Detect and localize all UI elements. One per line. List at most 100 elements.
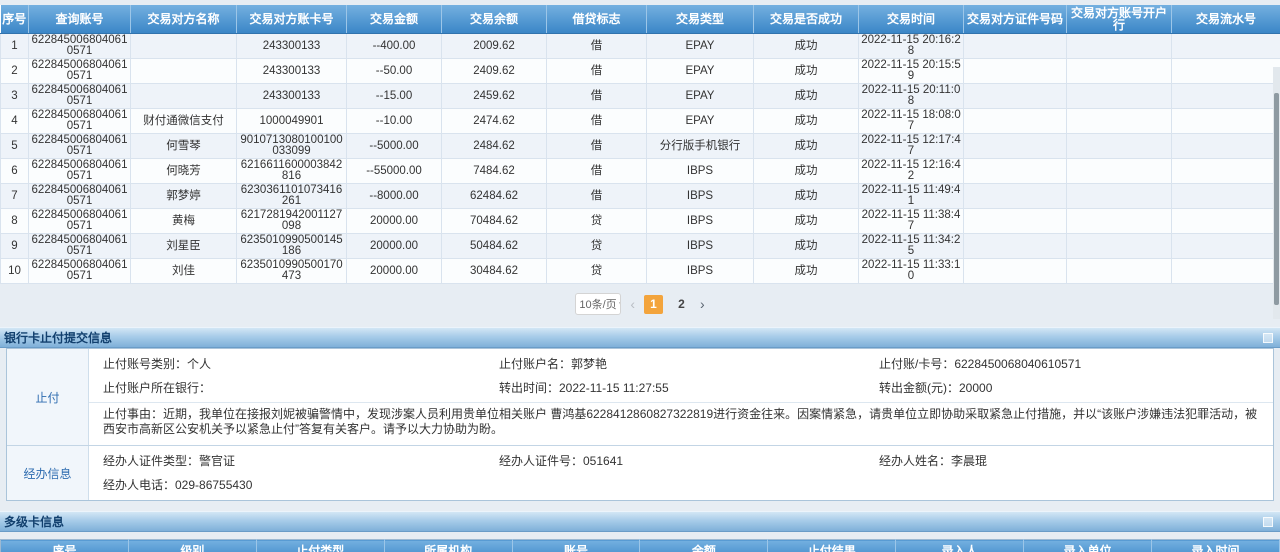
column-header: 账号 xyxy=(512,540,640,552)
transactions-table: 序号查询账号交易对方名称交易对方账卡号交易金额交易余额借贷标志交易类型交易是否成… xyxy=(0,5,1280,284)
table-cell: 7484.62 xyxy=(442,159,547,184)
table-cell: --5000.00 xyxy=(347,134,442,159)
table-cell: 20000.00 xyxy=(347,234,442,259)
column-header: 交易是否成功 xyxy=(754,5,859,34)
table-cell xyxy=(1067,34,1172,59)
column-header: 交易对方名称 xyxy=(131,5,237,34)
collapse-icon[interactable] xyxy=(1263,517,1273,527)
table-cell: --10.00 xyxy=(347,109,442,134)
table-cell xyxy=(1172,134,1280,159)
transfer-time: 转出时间：2022-11-15 11:27:55 xyxy=(499,376,879,400)
table-cell: 6228450068040610571 xyxy=(29,184,131,209)
table-cell xyxy=(1067,84,1172,109)
multi-card-section-title: 多级卡信息 xyxy=(4,515,64,529)
table-cell xyxy=(964,134,1067,159)
table-cell: 6216611600003842816 xyxy=(237,159,347,184)
table-row: 76228450068040610571郭梦婷62303611010734162… xyxy=(1,184,1280,209)
prev-page-button[interactable]: ‹ xyxy=(630,295,635,313)
table-cell: 6235010990500170473 xyxy=(237,259,347,284)
column-header: 止付类型 xyxy=(256,540,384,552)
table-cell xyxy=(964,259,1067,284)
table-cell: 借 xyxy=(547,34,647,59)
table-cell: 6228450068040610571 xyxy=(29,134,131,159)
table-cell: 8 xyxy=(1,209,29,234)
column-header: 交易流水号 xyxy=(1172,5,1280,34)
page-size-label: 10条/页 xyxy=(579,296,616,312)
table-row: 26228450068040610571243300133--50.002409… xyxy=(1,59,1280,84)
table-cell: 243300133 xyxy=(237,59,347,84)
table-cell: 成功 xyxy=(754,109,859,134)
table-cell: 2022-11-15 20:11:08 xyxy=(859,84,964,109)
multi-card-header-row: 序号级别止付类型所属机构账号余额止付结果录入人录入单位录入时间 xyxy=(1,540,1280,552)
table-cell: --50.00 xyxy=(347,59,442,84)
table-cell: 2022-11-15 11:33:10 xyxy=(859,259,964,284)
table-cell xyxy=(1067,59,1172,84)
stop-payment-group-label: 止付 xyxy=(7,349,89,445)
table-cell: 成功 xyxy=(754,134,859,159)
stop-card-number: 止付账/卡号：6228450068040610571 xyxy=(879,352,1273,376)
collapse-icon[interactable] xyxy=(1263,333,1273,343)
table-cell: 6235010990500145186 xyxy=(237,234,347,259)
stop-account-type: 止付账号类别：个人 xyxy=(103,352,499,376)
table-cell: --400.00 xyxy=(347,34,442,59)
table-cell: 20000.00 xyxy=(347,209,442,234)
column-header: 交易时间 xyxy=(859,5,964,34)
table-cell: 6 xyxy=(1,159,29,184)
table-cell: 6228450068040610571 xyxy=(29,234,131,259)
agent-info-group-label: 经办信息 xyxy=(7,446,89,500)
table-cell: 2459.62 xyxy=(442,84,547,109)
table-cell xyxy=(964,34,1067,59)
field-row: 止付账户所在银行： 转出时间：2022-11-15 11:27:55 转出金额(… xyxy=(89,376,1273,400)
table-row: 86228450068040610571黄梅621728194200112709… xyxy=(1,209,1280,234)
table-cell: 2022-11-15 12:17:47 xyxy=(859,134,964,159)
table-cell: 2 xyxy=(1,59,29,84)
table-cell xyxy=(1172,209,1280,234)
column-header: 止付结果 xyxy=(768,540,896,552)
table-cell: 6228450068040610571 xyxy=(29,209,131,234)
table-cell: 2022-11-15 11:34:25 xyxy=(859,234,964,259)
transfer-amount: 转出金额(元)：20000 xyxy=(879,376,1273,400)
table-row: 36228450068040610571243300133--15.002459… xyxy=(1,84,1280,109)
table-cell: 5 xyxy=(1,134,29,159)
table-cell: IBPS xyxy=(647,159,754,184)
table-cell: 成功 xyxy=(754,209,859,234)
table-cell: 1 xyxy=(1,34,29,59)
table-row: 106228450068040610571刘佳62350109905001704… xyxy=(1,259,1280,284)
column-header: 录入时间 xyxy=(1152,540,1280,552)
transactions-header-row: 序号查询账号交易对方名称交易对方账卡号交易金额交易余额借贷标志交易类型交易是否成… xyxy=(1,5,1280,34)
table-cell: 30484.62 xyxy=(442,259,547,284)
page-size-select[interactable]: 10条/页 ˅ xyxy=(575,293,621,315)
table-cell xyxy=(964,59,1067,84)
chevron-down-icon: ˅ xyxy=(619,300,622,309)
stop-bank: 止付账户所在银行： xyxy=(103,376,499,400)
page-buttons: 12 xyxy=(644,295,691,314)
table-cell: 70484.62 xyxy=(442,209,547,234)
table-cell: 财付通微信支付 xyxy=(131,109,237,134)
next-page-button[interactable]: › xyxy=(700,295,705,313)
table-cell: 贷 xyxy=(547,209,647,234)
table-cell: 何雪琴 xyxy=(131,134,237,159)
table-cell: 2474.62 xyxy=(442,109,547,134)
column-header: 交易类型 xyxy=(647,5,754,34)
page-button-1[interactable]: 1 xyxy=(644,295,663,314)
table-cell xyxy=(964,159,1067,184)
field-row: 经办人电话：029-86755430 xyxy=(89,473,1273,497)
column-header: 交易对方账号开户行 xyxy=(1067,5,1172,34)
page-button-2[interactable]: 2 xyxy=(672,295,691,314)
table-cell xyxy=(1172,234,1280,259)
table-cell: EPAY xyxy=(647,84,754,109)
table-row: 96228450068040610571刘星臣62350109905001451… xyxy=(1,234,1280,259)
table-cell: 4 xyxy=(1,109,29,134)
scrollbar-thumb[interactable] xyxy=(1274,93,1279,305)
agent-phone: 经办人电话：029-86755430 xyxy=(103,473,499,497)
table-cell: 2409.62 xyxy=(442,59,547,84)
stop-payment-section-header: 银行卡止付提交信息 xyxy=(0,327,1280,348)
table-cell: 借 xyxy=(547,84,647,109)
table-cell xyxy=(1067,109,1172,134)
table-cell: 6228450068040610571 xyxy=(29,159,131,184)
stop-payment-box: 止付 止付账号类别：个人 止付账户名：郭梦艳 止付账/卡号：6228450068… xyxy=(6,348,1274,501)
column-header: 录入单位 xyxy=(1024,540,1152,552)
table-cell xyxy=(1172,159,1280,184)
column-header: 余额 xyxy=(640,540,768,552)
column-header: 序号 xyxy=(1,5,29,34)
